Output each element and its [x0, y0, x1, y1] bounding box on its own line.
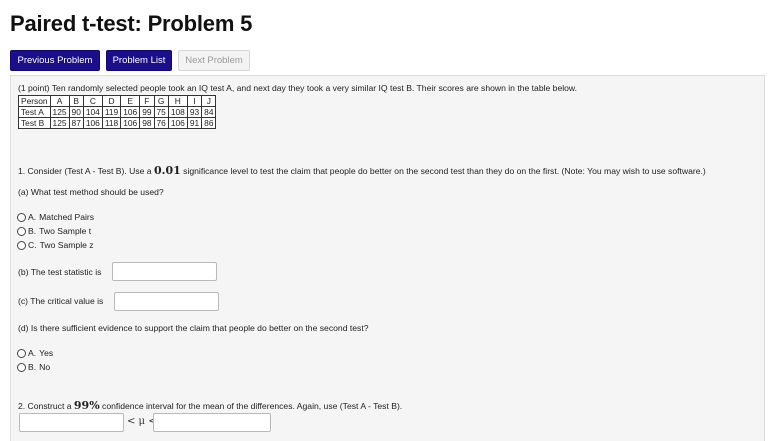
question-1-prefix: 1. Consider (Test A - Test B). Use a [18, 166, 154, 176]
question-b-text: (b) The test statistic is [18, 267, 102, 277]
option-key: C. [28, 240, 37, 250]
option-two-sample-t[interactable]: B. Two Sample t [17, 226, 91, 236]
table-cell: C [82, 95, 103, 107]
question-c-text: (c) The critical value is [18, 296, 104, 306]
radio-button[interactable] [17, 240, 26, 250]
table-cell: 119 [101, 106, 122, 118]
ci-upper-bound-input[interactable] [153, 413, 271, 432]
table-cell: B [68, 95, 84, 107]
table-row: Test B 125 87 106 118 106 98 76 106 91 8… [18, 117, 217, 129]
next-problem-button: Next Problem [178, 50, 250, 71]
radio-button[interactable] [17, 212, 26, 222]
option-key: B. [28, 362, 37, 372]
table-cell: Test B [18, 117, 51, 129]
option-key: B. [28, 226, 37, 236]
table-row: Test A 125 90 104 119 106 99 75 108 93 8… [18, 106, 217, 118]
option-label: No [39, 362, 51, 372]
table-cell: 87 [68, 117, 84, 129]
option-key: A. [28, 212, 37, 222]
option-no[interactable]: B. No [17, 362, 50, 372]
table-cell: 108 [167, 106, 188, 118]
table-cell: 84 [201, 106, 217, 118]
option-label: Two Sample z [39, 240, 94, 250]
table-cell: 90 [68, 106, 84, 118]
table-header-row: Person A B C D E F G H I J [18, 95, 217, 107]
question-1-suffix: significance level to test the claim tha… [180, 166, 706, 176]
table-cell: H [167, 95, 188, 107]
alpha-value: 0.01 [153, 164, 181, 177]
scores-table: Person A B C D E F G H I J Test A 125 90… [18, 95, 217, 129]
table-cell: I [186, 95, 203, 107]
table-cell: 106 [120, 106, 141, 118]
table-cell: E [120, 95, 141, 107]
table-cell: D [101, 95, 122, 107]
ci-lower-bound-input[interactable] [19, 413, 124, 432]
table-cell: J [201, 95, 217, 107]
table-cell: 99 [139, 106, 155, 118]
option-label: Two Sample t [39, 226, 92, 236]
table-cell: 76 [153, 117, 169, 129]
table-cell: 106 [167, 117, 188, 129]
question-d-text: (d) Is there sufficient evidence to supp… [18, 323, 369, 333]
test-statistic-input[interactable] [112, 262, 217, 281]
table-cell: F [139, 95, 155, 107]
question-1-text: 1. Consider (Test A - Test B). Use a 0.0… [18, 164, 706, 177]
critical-value-input[interactable] [114, 292, 219, 311]
previous-problem-button[interactable]: Previous Problem [10, 50, 100, 71]
table-cell: 75 [153, 106, 169, 118]
question-a-text: (a) What test method should be used? [18, 187, 164, 197]
option-key: A. [28, 348, 37, 358]
table-cell: 98 [139, 117, 155, 129]
problem-panel [10, 75, 765, 441]
problem-list-button[interactable]: Problem List [106, 50, 172, 71]
option-matched-pairs[interactable]: A. Matched Pairs [17, 212, 94, 222]
table-cell: 106 [82, 117, 103, 129]
option-label: Matched Pairs [39, 212, 95, 222]
table-cell: 104 [82, 106, 103, 118]
radio-button[interactable] [17, 226, 26, 236]
table-cell: 106 [120, 117, 141, 129]
option-two-sample-z[interactable]: C. Two Sample z [17, 240, 94, 250]
radio-button[interactable] [17, 362, 26, 372]
question-2-prefix: 2. Construct a [18, 401, 74, 411]
radio-button[interactable] [17, 348, 26, 358]
table-cell: 86 [201, 117, 217, 129]
option-label: Yes [39, 348, 54, 358]
confidence-level: 99% [73, 399, 100, 412]
table-cell: 125 [49, 106, 70, 118]
page-title: Paired t-test: Problem 5 [10, 11, 253, 36]
table-cell: A [49, 95, 70, 107]
problem-intro: (1 point) Ten randomly selected people t… [18, 83, 578, 93]
question-2-text: 2. Construct a 99% confidence interval f… [18, 399, 402, 412]
table-cell: G [153, 95, 169, 107]
table-cell: 93 [186, 106, 203, 118]
table-cell: 91 [186, 117, 203, 129]
table-cell: Person [18, 95, 51, 107]
question-2-suffix: confidence interval for the mean of the … [99, 401, 403, 411]
table-cell: 118 [101, 117, 122, 129]
table-cell: Test A [18, 106, 51, 118]
table-cell: 125 [49, 117, 70, 129]
option-yes[interactable]: A. Yes [17, 348, 53, 358]
